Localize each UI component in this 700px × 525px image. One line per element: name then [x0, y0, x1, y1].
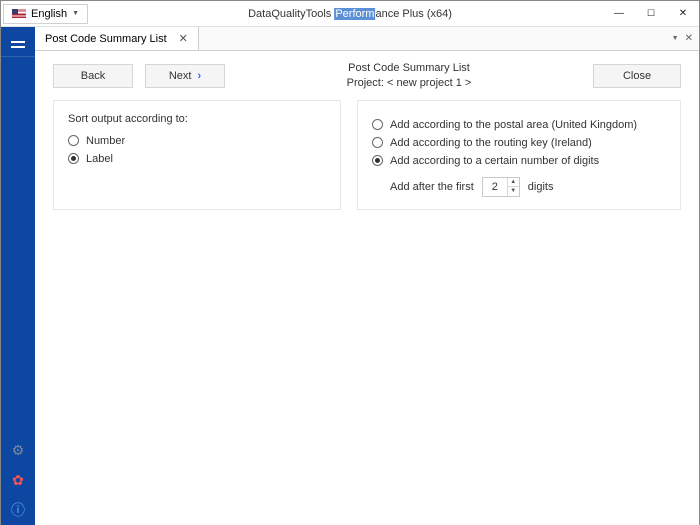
language-label: English	[31, 8, 67, 20]
radio-number[interactable]: Number	[68, 135, 326, 147]
page-title: Post Code Summary List	[237, 61, 581, 76]
digits-config-row: Add after the first 2 ▲ ▼ digits	[390, 177, 666, 197]
radio-icon	[68, 135, 79, 146]
radio-label[interactable]: Label	[68, 153, 326, 165]
close-window-button[interactable]: ✕	[667, 1, 699, 26]
hamburger-icon	[11, 41, 25, 43]
radio-icon	[372, 155, 383, 166]
next-button[interactable]: Next ›	[145, 64, 225, 88]
radio-postal-area[interactable]: Add according to the postal area (United…	[372, 119, 666, 131]
spin-up-icon[interactable]: ▲	[507, 178, 519, 187]
maximize-button[interactable]: ☐	[635, 1, 667, 26]
back-button[interactable]: Back	[53, 64, 133, 88]
language-selector[interactable]: English ▼	[3, 4, 88, 24]
radio-icon	[372, 137, 383, 148]
radio-icon	[68, 153, 79, 164]
sidebar: ⚙ ✿ ⓘ	[1, 27, 35, 525]
digits-stepper[interactable]: 2 ▲ ▼	[482, 177, 520, 197]
spin-down-icon[interactable]: ▼	[507, 187, 519, 196]
tab-label: Post Code Summary List	[45, 33, 167, 45]
sort-output-group: Sort output according to: Number Label	[53, 100, 341, 210]
chevron-down-icon: ▼	[72, 10, 79, 17]
menu-toggle-button[interactable]	[1, 27, 35, 57]
panel-close-icon[interactable]: ✕	[685, 33, 693, 44]
help-icon[interactable]: ✿	[1, 465, 35, 495]
radio-routing-key[interactable]: Add according to the routing key (Irelan…	[372, 137, 666, 149]
sort-group-label: Sort output according to:	[68, 113, 326, 125]
page-header: Post Code Summary List Project: < new pr…	[237, 61, 581, 92]
tab-postcode-summary[interactable]: Post Code Summary List ✕	[35, 27, 199, 50]
close-button[interactable]: Close	[593, 64, 681, 88]
tab-dropdown-icon[interactable]: ▼	[672, 35, 679, 42]
radio-icon	[372, 119, 383, 130]
minimize-button[interactable]: —	[603, 1, 635, 26]
info-icon[interactable]: ⓘ	[1, 495, 35, 525]
radio-digits[interactable]: Add according to a certain number of dig…	[372, 155, 666, 167]
toolbar: Back Next › Post Code Summary List Proje…	[35, 51, 699, 100]
titlebar: English ▼ DataQualityTools Performance P…	[1, 1, 699, 27]
tabstrip: Post Code Summary List ✕ ▼ ✕	[35, 27, 699, 51]
chevron-right-icon: ›	[197, 70, 201, 82]
settings-icon[interactable]: ⚙	[1, 435, 35, 465]
add-method-group: Add according to the postal area (United…	[357, 100, 681, 210]
app-title: DataQualityTools Performance Plus (x64)	[248, 8, 452, 20]
digits-value: 2	[483, 181, 507, 193]
flag-icon	[12, 9, 26, 18]
close-icon[interactable]: ✕	[179, 32, 188, 45]
window-controls: — ☐ ✕	[603, 1, 699, 26]
project-label: Project: < new project 1 >	[237, 76, 581, 91]
